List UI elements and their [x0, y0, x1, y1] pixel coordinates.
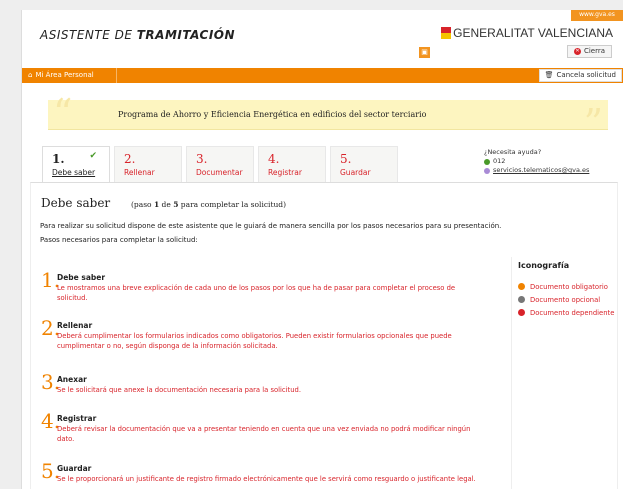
cancel-request-button[interactable]: 🗑 Cancela solicitud	[538, 69, 622, 82]
iconography-title: Iconografía	[518, 261, 570, 270]
cancel-label: Cancela solicitud	[556, 71, 616, 79]
optional-document-icon	[518, 296, 525, 303]
step-counter: (paso 1 de 5 para completar la solicitud…	[131, 200, 286, 209]
help-box: ¿Necesita ayuda? 012 servicios.telematic…	[484, 148, 589, 175]
intro-text: Para realizar su solicitud dispone de es…	[40, 222, 502, 230]
generalitat-logo: GENERALITAT VALENCIANA	[441, 26, 613, 40]
close-label: Cierra	[583, 47, 605, 55]
area-personal-label: Mi Área Personal	[35, 71, 94, 79]
app-frame: www.gva.es ASISTENTE DE TRAMITACIÓN GENE…	[21, 10, 623, 489]
app-title-prefix: ASISTENTE DE	[40, 28, 137, 42]
close-icon: ✕	[573, 48, 581, 55]
area-personal-link[interactable]: ⌂ Mi Área Personal	[28, 68, 117, 83]
required-document-icon	[518, 283, 525, 290]
tab-registrar[interactable]: 4. Registrar	[258, 146, 326, 183]
close-quote-icon: ”	[583, 101, 603, 145]
app-title-bold: TRAMITACIÓN	[136, 28, 236, 42]
steps-tabs: 1. ✔ Debe saber 2. Rellenar 3. Documenta…	[42, 146, 398, 183]
item-description: Deberá cumplimentar los formularios indi…	[57, 332, 452, 350]
step-number: 4.	[268, 152, 280, 166]
home-icon: ⌂	[28, 71, 33, 79]
help-phone-row: 012	[484, 157, 589, 166]
legend-label: Documento obligatorio	[530, 282, 608, 291]
item-description: Deberá revisar la documentación que va a…	[57, 425, 471, 443]
item-description: Se le proporcionará un justificante de r…	[57, 475, 476, 483]
navbar-divider	[116, 68, 117, 83]
step-label: Debe saber	[52, 168, 96, 177]
tab-guardar[interactable]: 5. Guardar	[330, 146, 398, 183]
trash-icon: 🗑	[544, 71, 554, 79]
intro-steps-label: Pasos necesarios para completar la solic…	[40, 236, 198, 244]
paso-prefix: (paso	[131, 200, 154, 209]
page-title: Debe saber	[41, 196, 111, 210]
step-label: Registrar	[268, 168, 302, 177]
paso-de: de	[159, 200, 174, 209]
lock-icon[interactable]: ▣	[419, 47, 430, 58]
step-number: 3.	[196, 152, 208, 166]
iconography-panel: Iconografía Documento obligatorio Docume…	[511, 257, 619, 489]
help-phone: 012	[493, 157, 506, 165]
item-heading: Guardar	[57, 464, 92, 473]
step-number: 2.	[124, 152, 136, 166]
item-heading: Registrar	[57, 414, 97, 423]
program-banner: “ Programa de Ahorro y Eficiencia Energé…	[48, 94, 608, 142]
item-description: Le mostramos una breve explicación de ca…	[57, 284, 456, 302]
check-icon: ✔	[89, 151, 97, 161]
step-label: Guardar	[340, 168, 371, 177]
tab-rellenar[interactable]: 2. Rellenar	[114, 146, 182, 183]
navbar: ⌂ Mi Área Personal 🗑 Cancela solicitud	[22, 68, 623, 83]
item-heading: Debe saber	[57, 273, 106, 282]
help-email-row: servicios.telematicos@gva.es	[484, 166, 589, 175]
tab-debe-saber[interactable]: 1. ✔ Debe saber	[42, 146, 110, 183]
step-number: 1.	[52, 152, 65, 166]
legend-label: Documento dependiente	[530, 308, 615, 317]
generalitat-emblem-icon	[441, 27, 452, 39]
app-title: ASISTENTE DE TRAMITACIÓN	[40, 28, 235, 42]
legend-item: Documento dependiente	[518, 308, 619, 317]
dependent-document-icon	[518, 309, 525, 316]
step-label: Rellenar	[124, 168, 155, 177]
step-number: 5.	[340, 152, 352, 166]
item-heading: Rellenar	[57, 321, 93, 330]
legend-label: Documento opcional	[530, 295, 601, 304]
close-session-button[interactable]: ✕ Cierra	[566, 45, 612, 58]
phone-icon	[484, 158, 490, 165]
tab-documentar[interactable]: 3. Documentar	[186, 146, 254, 183]
gva-link[interactable]: www.gva.es	[571, 10, 623, 21]
legend-item: Documento opcional	[518, 295, 619, 304]
content-panel: Debe saber (paso 1 de 5 para completar l…	[30, 182, 618, 489]
legend-item: Documento obligatorio	[518, 282, 619, 291]
help-question: ¿Necesita ayuda?	[484, 148, 542, 156]
item-heading: Anexar	[57, 375, 87, 384]
open-quote-icon: “	[53, 91, 73, 135]
paso-suffix: para completar la solicitud)	[178, 200, 287, 209]
item-description: Se le solicitará que anexe la documentac…	[57, 386, 302, 394]
logo-text: GENERALITAT VALENCIANA	[453, 26, 613, 40]
step-label: Documentar	[196, 168, 243, 177]
help-email-link[interactable]: servicios.telematicos@gva.es	[493, 166, 589, 175]
program-title: Programa de Ahorro y Eficiencia Energéti…	[118, 110, 427, 119]
email-icon	[484, 167, 490, 174]
